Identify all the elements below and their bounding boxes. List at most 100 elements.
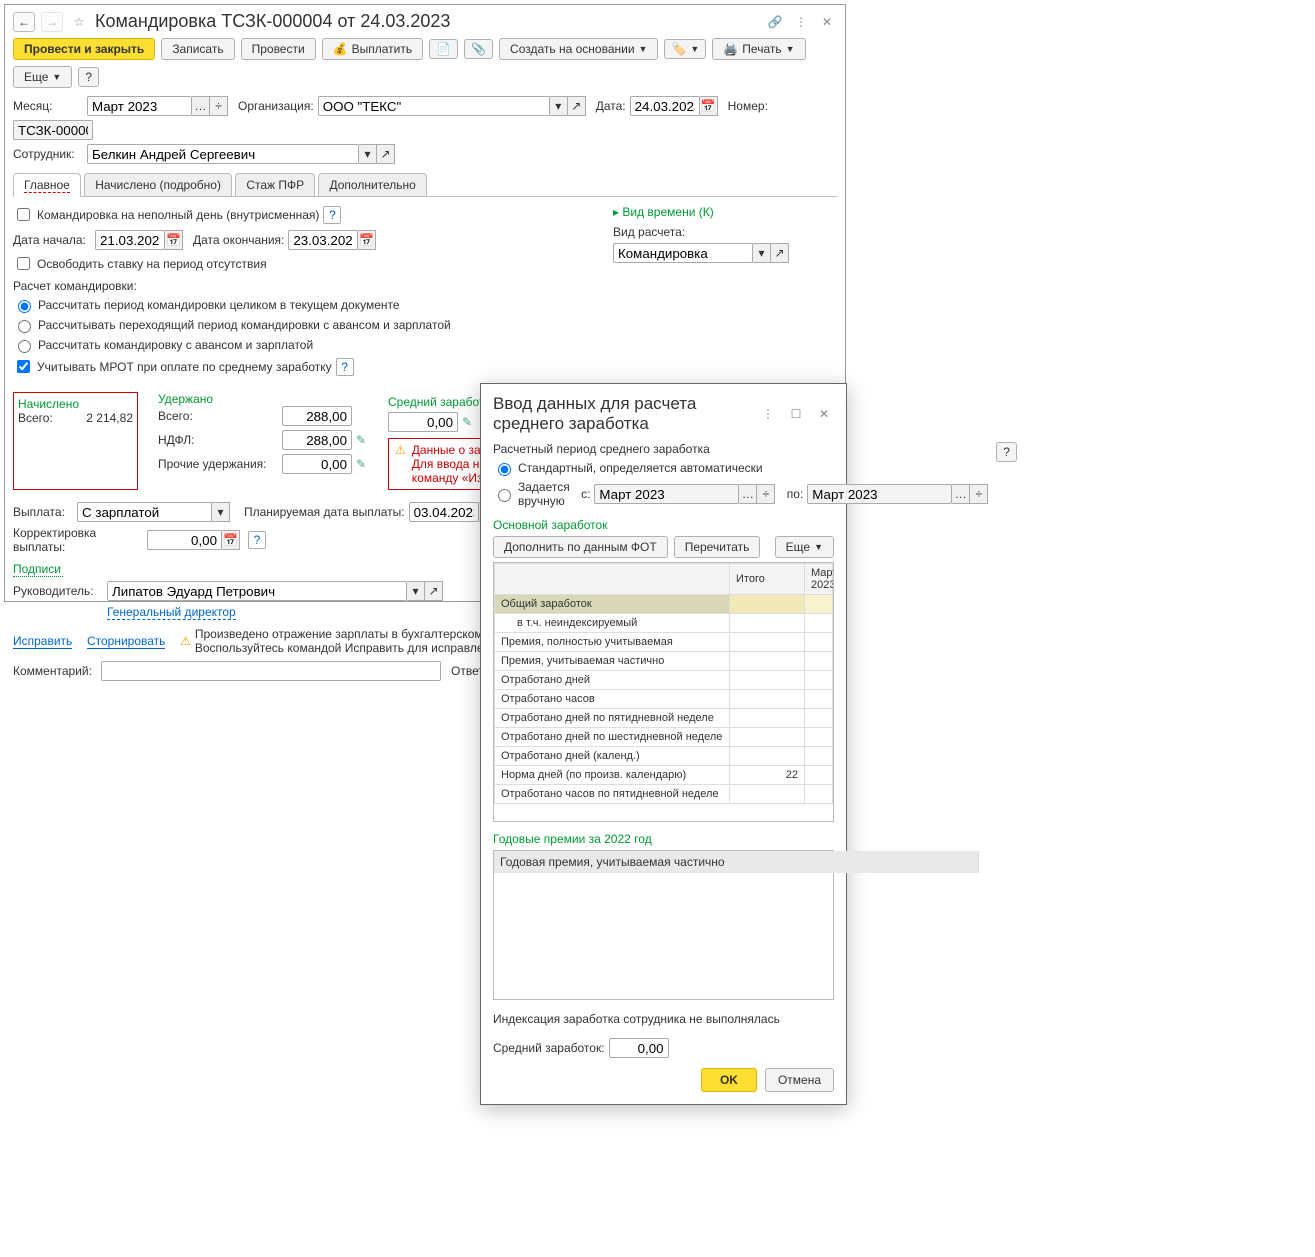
- row-total[interactable]: [730, 728, 805, 747]
- withheld-total-input[interactable]: [282, 406, 352, 426]
- row-label[interactable]: Отработано часов: [495, 690, 730, 709]
- edit-icon[interactable]: ✎: [356, 457, 366, 471]
- help-icon[interactable]: ?: [248, 531, 266, 549]
- row-total[interactable]: [730, 614, 805, 633]
- employee-dropdown-button[interactable]: ▾: [359, 144, 377, 164]
- ndfl-input[interactable]: [282, 430, 352, 450]
- calc-type-dropdown[interactable]: ▾: [753, 243, 771, 263]
- head-dropdown[interactable]: ▾: [407, 581, 425, 601]
- row-month[interactable]: [805, 766, 833, 785]
- head-input[interactable]: [107, 581, 407, 601]
- end-date-input[interactable]: [288, 230, 358, 250]
- row-label[interactable]: Отработано дней: [495, 671, 730, 690]
- row-label[interactable]: Норма дней (по произв. календарю): [495, 766, 730, 785]
- row-total[interactable]: [730, 671, 805, 690]
- save-button[interactable]: Записать: [161, 38, 234, 60]
- post-button[interactable]: Провести: [241, 38, 316, 60]
- from-picker[interactable]: …: [739, 484, 757, 504]
- tab-extra[interactable]: Дополнительно: [318, 173, 426, 196]
- tag-button[interactable]: 🏷️▼: [664, 39, 706, 59]
- date-picker-button[interactable]: 📅: [700, 96, 718, 116]
- row-label[interactable]: Отработано дней (календ.): [495, 747, 730, 766]
- row-total[interactable]: [730, 595, 805, 614]
- edit-icon[interactable]: ✎: [462, 415, 472, 429]
- free-rate-checkbox[interactable]: [17, 257, 30, 270]
- from-spinner[interactable]: ÷: [757, 484, 775, 504]
- help-button[interactable]: ?: [78, 67, 99, 87]
- tab-main[interactable]: Главное: [13, 173, 81, 197]
- row-total[interactable]: [730, 785, 805, 804]
- row-month[interactable]: [805, 595, 833, 614]
- employee-open-button[interactable]: ↗: [377, 144, 395, 164]
- month-picker-button[interactable]: …: [192, 96, 210, 116]
- row-month[interactable]: [805, 690, 833, 709]
- row-total[interactable]: [730, 747, 805, 766]
- row-total[interactable]: [730, 652, 805, 671]
- org-open-button[interactable]: ↗: [568, 96, 586, 116]
- nav-back-button[interactable]: ←: [13, 12, 35, 32]
- row-label[interactable]: Отработано часов по пятидневной неделе: [495, 785, 730, 804]
- start-date-input[interactable]: [95, 230, 165, 250]
- close-icon[interactable]: ✕: [814, 404, 834, 424]
- doc-icon-button[interactable]: 📄: [429, 39, 458, 59]
- row-label[interactable]: Отработано дней по пятидневной неделе: [495, 709, 730, 728]
- row-month[interactable]: [805, 747, 833, 766]
- annual-table[interactable]: Годовая премия, учитываемая частично: [493, 850, 834, 1000]
- row-label[interactable]: Общий заработок: [495, 595, 730, 614]
- help-icon[interactable]: ?: [336, 358, 354, 376]
- period-manual-radio[interactable]: [498, 489, 511, 502]
- row-month[interactable]: [805, 785, 833, 804]
- partial-day-checkbox[interactable]: [17, 208, 30, 221]
- calc-radio-2[interactable]: [18, 320, 31, 333]
- calc-type-open[interactable]: ↗: [771, 243, 789, 263]
- row-month[interactable]: [805, 652, 833, 671]
- row-label[interactable]: Премия, полностью учитываемая: [495, 633, 730, 652]
- other-input[interactable]: [282, 454, 352, 474]
- help-button[interactable]: ?: [996, 442, 1017, 462]
- employee-input[interactable]: [87, 144, 359, 164]
- create-based-button[interactable]: Создать на основании▼: [499, 38, 658, 60]
- favorite-icon[interactable]: ☆: [69, 12, 89, 32]
- row-month[interactable]: [805, 614, 833, 633]
- recalc-button[interactable]: Перечитать: [674, 536, 761, 558]
- calc-type-input[interactable]: [613, 243, 753, 263]
- help-icon[interactable]: ?: [323, 206, 341, 224]
- date-input[interactable]: [630, 96, 700, 116]
- dlg-avg-input[interactable]: [609, 1038, 669, 1058]
- correction-input[interactable]: [147, 530, 222, 550]
- payout-dropdown[interactable]: ▾: [212, 502, 230, 522]
- row-month[interactable]: [805, 633, 833, 652]
- more-button[interactable]: Еще▼: [13, 66, 72, 88]
- row-month[interactable]: [805, 671, 833, 690]
- planned-date-input[interactable]: [409, 502, 479, 522]
- period-std-radio[interactable]: [498, 463, 511, 476]
- signatures-link[interactable]: Подписи: [13, 562, 63, 577]
- fix-link[interactable]: Исправить: [13, 634, 72, 649]
- nav-forward-button[interactable]: →: [41, 12, 63, 32]
- menu-dots-icon[interactable]: ⋮: [791, 12, 811, 32]
- post-and-close-button[interactable]: Провести и закрыть: [13, 38, 155, 60]
- earnings-table-wrap[interactable]: Итого Март 2023 Общий заработокв т.ч. не…: [493, 562, 834, 822]
- row-month[interactable]: [805, 728, 833, 747]
- head-open[interactable]: ↗: [425, 581, 443, 601]
- calc-radio-3[interactable]: [18, 340, 31, 353]
- table-more-button[interactable]: Еще▼: [775, 536, 834, 558]
- row-label[interactable]: в т.ч. неиндексируемый: [495, 614, 730, 633]
- mrot-checkbox[interactable]: [17, 360, 30, 373]
- edit-icon[interactable]: ✎: [356, 433, 366, 447]
- row-label[interactable]: Отработано дней по шестидневной неделе: [495, 728, 730, 747]
- comment-input[interactable]: [101, 661, 441, 681]
- month-input[interactable]: [87, 96, 192, 116]
- print-button[interactable]: 🖨️Печать▼: [712, 38, 805, 60]
- storno-link[interactable]: Сторнировать: [87, 634, 165, 649]
- row-month[interactable]: [805, 709, 833, 728]
- attach-icon-button[interactable]: 📎: [464, 39, 493, 59]
- end-date-picker[interactable]: 📅: [358, 230, 376, 250]
- position-link[interactable]: Генеральный директор: [107, 605, 236, 620]
- org-input[interactable]: [318, 96, 550, 116]
- time-type-link[interactable]: Вид времени (К): [622, 205, 713, 219]
- row-label[interactable]: Премия, учитываемая частично: [495, 652, 730, 671]
- row-total[interactable]: [730, 690, 805, 709]
- to-picker[interactable]: …: [952, 484, 970, 504]
- org-dropdown-button[interactable]: ▾: [550, 96, 568, 116]
